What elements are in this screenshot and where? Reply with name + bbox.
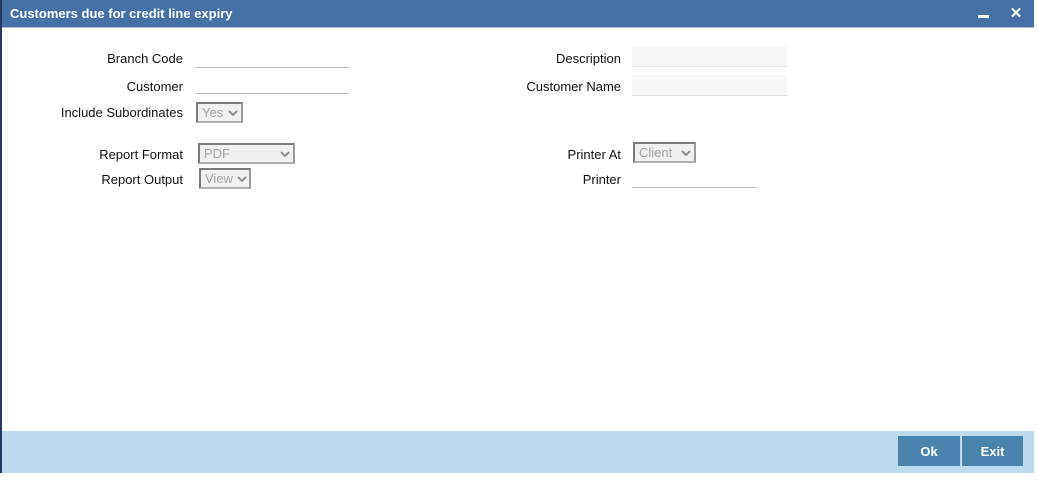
printer-at-value: Client bbox=[639, 145, 673, 160]
report-format-label: Report Format bbox=[99, 147, 183, 162]
printer-label: Printer bbox=[582, 172, 621, 187]
titlebar-divider bbox=[2, 27, 1034, 28]
include-subordinates-value: Yes bbox=[202, 105, 224, 120]
customer-label: Customer bbox=[126, 79, 183, 94]
customer-name-field bbox=[632, 75, 787, 96]
report-output-label: Report Output bbox=[101, 172, 183, 187]
chevron-down-icon bbox=[681, 149, 691, 156]
printer-input[interactable] bbox=[632, 170, 756, 188]
ok-button[interactable]: Ok bbox=[898, 436, 960, 466]
minimize-icon bbox=[977, 14, 989, 18]
chevron-down-icon bbox=[228, 109, 238, 116]
report-output-value: View bbox=[205, 171, 233, 186]
close-icon: ✕ bbox=[1009, 4, 1023, 22]
page-title: Customers due for credit line expiry bbox=[10, 6, 233, 21]
report-format-select[interactable]: PDF bbox=[198, 143, 295, 164]
customer-input[interactable] bbox=[196, 76, 349, 94]
dialog-window: Customers due for credit line expiry ✕ B… bbox=[0, 0, 1038, 483]
chevron-down-icon bbox=[237, 175, 247, 182]
footer-bar bbox=[2, 431, 1034, 473]
customer-name-label: Customer Name bbox=[526, 79, 621, 94]
include-subordinates-label: Include Subordinates bbox=[60, 105, 183, 120]
title-bar: Customers due for credit line expiry bbox=[2, 0, 1034, 27]
window-border-right bbox=[0, 0, 2, 473]
include-subordinates-select[interactable]: Yes bbox=[196, 102, 243, 123]
close-button[interactable]: ✕ bbox=[1003, 0, 1029, 26]
exit-button[interactable]: Exit bbox=[961, 436, 1023, 466]
printer-at-label: Printer At bbox=[567, 147, 621, 162]
branch-code-label: Branch Code bbox=[107, 51, 183, 66]
report-output-select[interactable]: View bbox=[199, 168, 251, 189]
description-field bbox=[632, 46, 787, 67]
report-format-value: PDF bbox=[204, 146, 230, 161]
branch-code-input[interactable] bbox=[196, 50, 349, 68]
printer-at-select[interactable]: Client bbox=[633, 142, 696, 163]
minimize-button[interactable] bbox=[970, 0, 996, 26]
chevron-down-icon bbox=[280, 150, 290, 157]
description-label: Description bbox=[555, 51, 621, 66]
